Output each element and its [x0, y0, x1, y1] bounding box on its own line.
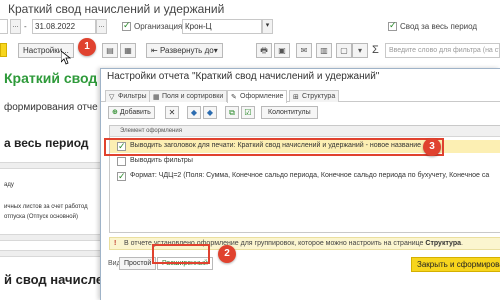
step-badge-3: 3 — [423, 138, 441, 156]
row-checkbox[interactable] — [117, 157, 126, 166]
structure-link[interactable]: Структура — [425, 240, 461, 247]
generate-button[interactable] — [0, 43, 7, 57]
brush-icon: ✎ — [231, 94, 237, 101]
list-item[interactable]: Формат: ЧДЦ=2 (Поля: Сумма, Конечное сал… — [110, 170, 500, 183]
print-icon[interactable]: 🖶 — [256, 43, 272, 58]
report-preview: Краткий свод начи формирования отче а ве… — [0, 64, 134, 300]
expand-to-button[interactable]: ⇤ Развернуть до▾ — [146, 43, 223, 58]
warning-icon: ! — [114, 240, 117, 247]
org-checkbox[interactable] — [122, 20, 131, 31]
date-from-dots[interactable]: ... — [10, 19, 21, 34]
report-line-5: отпуска (Отпуск основной) — [4, 214, 78, 220]
row-checkbox[interactable] — [117, 170, 126, 182]
sum-icon[interactable]: Σ — [372, 44, 379, 56]
tab-formatting[interactable]: ✎ Оформление — [227, 90, 288, 103]
org-dropdown[interactable]: ▾ — [262, 19, 273, 34]
tab-filters[interactable]: ▽ Фильтры — [105, 90, 151, 102]
dialog-title: Настройки отчета "Краткий свод начислени… — [107, 71, 380, 82]
date-to-dots[interactable]: ... — [96, 19, 107, 34]
report-line-1: формирования отче — [4, 102, 98, 113]
send-icon[interactable]: ✉ — [296, 43, 312, 58]
close-and-generate-button[interactable]: Закрыть и сформироват — [411, 257, 500, 272]
whole-period-label: Свод за весь период — [400, 22, 478, 31]
list-item-text: Формат: ЧДЦ=2 (Поля: Сумма, Конечное сал… — [130, 172, 490, 179]
date-from-field[interactable] — [0, 19, 8, 34]
delete-icon[interactable]: ✕ — [165, 106, 179, 119]
highlight-frame-title-row — [104, 138, 444, 156]
variant-icon[interactable]: ▦ — [120, 43, 136, 58]
list-item[interactable]: Выводить фильтры — [110, 155, 500, 168]
dialog-toolbar: ⊕ Добавить ✕ ◆ ◆ ⧉ ☑ Колонтитулы — [101, 103, 500, 121]
grid-icon: ▦ — [153, 94, 160, 101]
simple-mode-button[interactable]: Простой — [119, 257, 157, 270]
step-badge-1: 1 — [78, 38, 96, 56]
report-period: а весь период — [4, 136, 89, 150]
add-icon: ⊕ — [112, 109, 120, 116]
save-icon[interactable]: ▣ — [274, 43, 290, 58]
copy-icon[interactable]: ⧉ — [225, 106, 239, 119]
search-input[interactable]: Введите слово для фильтра (на странице — [385, 43, 500, 58]
structure-icon: ⊞ — [293, 94, 299, 101]
highlight-frame-advanced — [152, 244, 210, 264]
window-title: Краткий свод начислений и удержаний — [8, 2, 225, 16]
add-button[interactable]: ⊕ Добавить — [108, 106, 155, 119]
colontitles-button[interactable]: Колонтитулы — [261, 106, 318, 119]
options-icon[interactable]: ▤ — [102, 43, 118, 58]
dialog-tabs: ▽ Фильтры ▦ Поля и сортировки ✎ Оформление … — [101, 89, 500, 103]
report-heading-2: й свод начислен — [4, 272, 111, 287]
report-line-4: ичных листов за счет работод — [4, 204, 88, 210]
filter-icon: ▽ — [109, 94, 115, 101]
report-line-3: аду — [4, 182, 14, 188]
date-to-field[interactable]: 31.08.2022 — [32, 19, 96, 34]
step-badge-2: 2 — [218, 245, 236, 263]
list-header: Элемент оформления — [110, 126, 500, 137]
org-field[interactable]: Крон-Ц — [182, 19, 262, 34]
move-up-icon[interactable]: ◆ — [187, 106, 201, 119]
filter-row: ... - 31.08.2022 ... Организация: Крон-Ц… — [0, 18, 500, 36]
cell-icon[interactable]: ▢ — [336, 43, 352, 58]
tab-structure[interactable]: ⊞ Структура — [289, 90, 340, 102]
whole-period-checkbox[interactable] — [388, 20, 397, 31]
report-rule — [0, 162, 100, 169]
tab-fields-sorting[interactable]: ▦ Поля и сортировки — [149, 90, 228, 102]
report-settings-dialog: Настройки отчета "Краткий свод начислени… — [100, 68, 500, 300]
report-rule — [0, 250, 100, 257]
report-rule — [0, 234, 100, 241]
main-toolbar: Настройки... ▤ ▦ ⇤ Развернуть до▾ 🖶 ▣ ✉ … — [0, 40, 500, 60]
org-label: Организация: — [134, 22, 185, 31]
check-all-icon[interactable]: ☑ — [241, 106, 255, 119]
calendar-icon[interactable]: ▥ — [316, 43, 332, 58]
list-item-text: Выводить фильтры — [130, 157, 193, 164]
move-down-icon[interactable]: ◆ — [203, 106, 217, 119]
cell-dropdown-icon[interactable]: ▾ — [352, 43, 368, 58]
expand-icon: ⇤ — [151, 46, 160, 55]
